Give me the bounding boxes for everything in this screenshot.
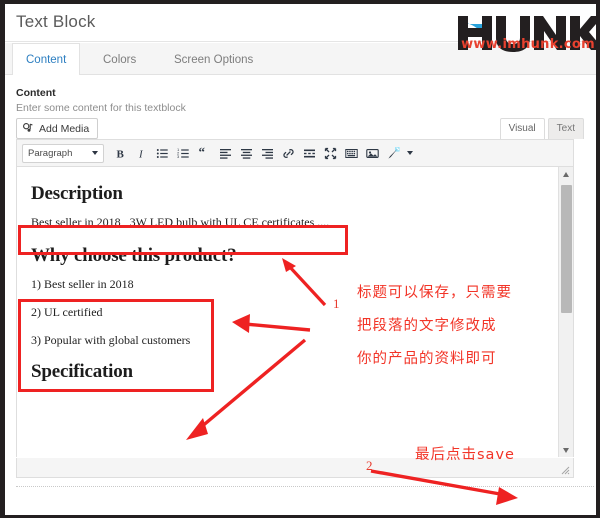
numbered-list-icon[interactable]: 1 2 3: [173, 143, 194, 164]
add-media-label: Add Media: [39, 122, 90, 135]
doc-list-item-3: 3) Popular with global customers: [31, 333, 191, 347]
tab-content[interactable]: Content: [12, 43, 81, 76]
editor-toolbar: Paragraph B I 1 2 3 “: [17, 140, 573, 167]
insert-image-icon[interactable]: [362, 143, 383, 164]
doc-paragraph-description: Best seller in 2018 , 3W LED bulb with U…: [31, 215, 330, 229]
content-field-description: Enter some content for this textblock: [16, 102, 186, 114]
frame-edge-right: [596, 0, 600, 518]
scroll-up-icon[interactable]: [559, 167, 573, 181]
align-left-icon[interactable]: [215, 143, 236, 164]
resize-handle-icon[interactable]: [561, 466, 570, 475]
editor-mode-tabs: Visual Text: [497, 118, 584, 139]
italic-icon[interactable]: I: [131, 143, 152, 164]
link-icon[interactable]: [278, 143, 299, 164]
format-select-value: Paragraph: [28, 147, 73, 159]
svg-text:B: B: [117, 148, 125, 160]
frame-edge-left: [0, 0, 5, 518]
content-field-label: Content: [16, 87, 56, 99]
align-right-icon[interactable]: [257, 143, 278, 164]
doc-heading-why-choose: Why choose this product?: [31, 245, 237, 266]
svg-text:3: 3: [177, 154, 180, 159]
tab-text[interactable]: Text: [547, 118, 584, 139]
svg-text:“: “: [199, 147, 206, 159]
doc-heading-description: Description: [31, 183, 123, 204]
editor-status-bar: [16, 458, 574, 478]
add-media-icon: [23, 123, 34, 134]
toolbar-more-chevron-down-icon[interactable]: [404, 143, 415, 164]
section-divider: [16, 486, 594, 487]
scrollbar-thumb[interactable]: [561, 185, 572, 313]
scroll-down-icon[interactable]: [559, 443, 573, 457]
magic-wand-icon[interactable]: [383, 143, 404, 164]
content-panel: Content Enter some content for this text…: [5, 75, 596, 515]
fullscreen-icon[interactable]: [320, 143, 341, 164]
watermark-url: www.imhunk.com: [461, 37, 595, 52]
bold-icon[interactable]: B: [110, 143, 131, 164]
tab-colors[interactable]: Colors: [89, 43, 150, 75]
chevron-down-icon: [92, 151, 98, 155]
toolbar-toggle-icon[interactable]: [341, 143, 362, 164]
editor-document: Description Best seller in 2018 , 3W LED…: [17, 167, 562, 393]
svg-text:I: I: [138, 148, 144, 160]
rich-text-editor: Paragraph B I 1 2 3 “ Description Best s…: [16, 139, 574, 457]
format-select[interactable]: Paragraph: [22, 143, 104, 163]
tab-visual[interactable]: Visual: [499, 118, 545, 139]
blockquote-icon[interactable]: “: [194, 143, 215, 164]
read-more-icon[interactable]: [299, 143, 320, 164]
editor-content-area[interactable]: Description Best seller in 2018 , 3W LED…: [17, 167, 573, 457]
align-center-icon[interactable]: [236, 143, 257, 164]
doc-list-item-1: 1) Best seller in 2018: [31, 277, 134, 291]
add-media-button[interactable]: Add Media: [16, 118, 99, 139]
editor-scrollbar[interactable]: [558, 167, 573, 457]
tab-screen-options[interactable]: Screen Options: [160, 43, 267, 75]
page-title: Text Block: [16, 12, 96, 31]
doc-heading-specification: Specification: [31, 361, 133, 382]
doc-list-item-2: 2) UL certified: [31, 305, 103, 319]
bulleted-list-icon[interactable]: [152, 143, 173, 164]
